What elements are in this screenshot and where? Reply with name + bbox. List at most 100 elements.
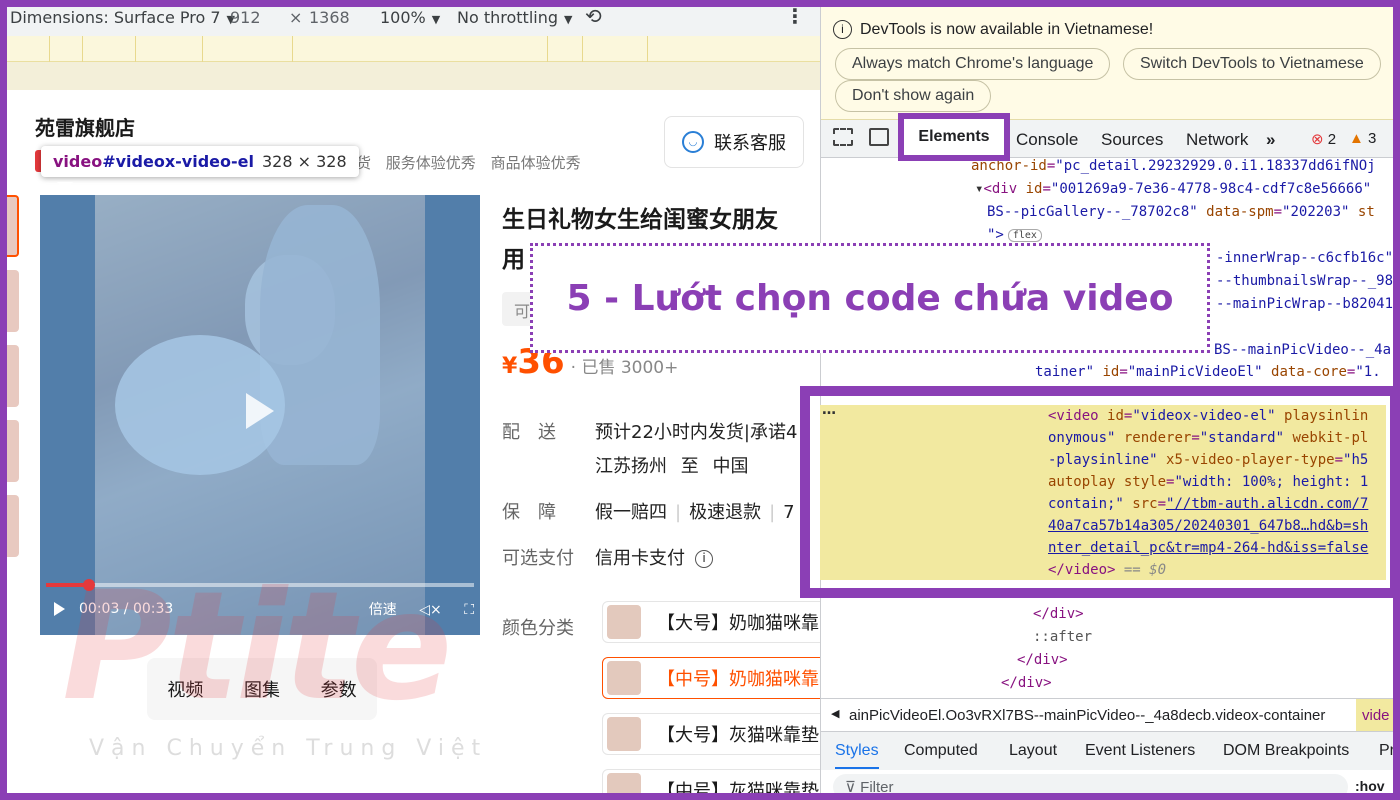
warning-count[interactable]: ▲ 3 (1349, 130, 1376, 147)
chevron-down-icon: ▼ (431, 13, 441, 26)
hover-state-toggle[interactable]: :hov (1355, 778, 1385, 794)
contact-service-button[interactable]: ◡ 联系客服 (664, 116, 804, 168)
thumbnail[interactable] (7, 270, 19, 332)
devtools-panel: i DevTools is now available in Vietnames… (820, 0, 1400, 800)
delivery-label: 配 送 (502, 422, 556, 443)
color-option[interactable]: 【大号】奶咖猫咪靠 (602, 601, 820, 643)
dom-line[interactable]: ::after (1033, 629, 1092, 645)
dom-line[interactable]: </div> (1017, 652, 1068, 668)
tab-network[interactable]: Network (1186, 130, 1248, 150)
code-line: -playsinline" x5-video-player-type="h5 (1048, 452, 1369, 468)
error-count[interactable]: ⊗ 2 (1311, 130, 1336, 148)
dom-line[interactable]: </div> (1001, 675, 1052, 691)
node-more-icon[interactable]: … (822, 402, 836, 418)
always-match-language-button[interactable]: Always match Chrome's language (835, 48, 1111, 80)
dom-value: "001269a9-7e36-4778-98c4-cdf7c8e56666" (1050, 181, 1372, 197)
video-src-link[interactable]: nter_detail_pc&tr=mp4-264-hd&iss=false (1048, 540, 1368, 556)
selected-video-node[interactable]: <video id="videox-video-el" playsinlin o… (1048, 405, 1388, 580)
option-label: 【大号】奶咖猫咪靠 (657, 613, 819, 634)
rotate-icon[interactable]: ⟲ (585, 4, 602, 28)
dom-line[interactable]: ▾<div id="001269a9-7e36-4778-98c4-cdf7c8… (975, 181, 1371, 197)
dom-line[interactable]: -innerWrap--c6cfb16c" (1216, 250, 1393, 266)
guarantee-3: 7 (783, 502, 795, 523)
error-count-value: 2 (1327, 131, 1337, 148)
tab-styles[interactable]: Styles (835, 742, 879, 769)
device-toggle-icon[interactable] (869, 128, 889, 146)
tab-more[interactable]: Pr (1379, 742, 1395, 760)
breadcrumb-left-arrow-icon[interactable]: ◀ (831, 707, 839, 720)
dom-value: "202203" (1282, 204, 1350, 220)
color-option[interactable]: 【大号】灰猫咪靠垫 (602, 713, 820, 755)
video-src-link[interactable]: 40a7ca57b14a305/20240301_647b8…hd&b=sh (1048, 518, 1368, 534)
thumbnail[interactable] (7, 420, 19, 482)
dom-line[interactable]: BS--mainPicVideo--_4a (1214, 342, 1391, 358)
thumbnail[interactable] (7, 195, 19, 257)
language-notice: i DevTools is now available in Vietnames… (821, 0, 1400, 120)
dom-line[interactable]: BS--picGallery--_78702c8" data-spm="2022… (987, 204, 1375, 220)
breadcrumb-current[interactable]: vide (1356, 699, 1400, 731)
tooltip-arrow (57, 182, 73, 190)
dom-attr: data-core (1271, 364, 1347, 380)
tab-console[interactable]: Console (1016, 130, 1078, 150)
dom-tag: </video> (1048, 562, 1116, 578)
price-currency: ¥ (502, 354, 518, 379)
option-label: 【大号】灰猫咪靠垫 (657, 725, 819, 746)
dom-line[interactable]: </div> (1033, 606, 1084, 622)
thumbnail[interactable] (7, 345, 19, 407)
more-tabs-icon[interactable]: » (1266, 130, 1275, 150)
code-line: contain;" src="//tbm-auth.alicdn.com/7 (1048, 496, 1369, 512)
breadcrumb-path[interactable]: ainPicVideoEl.Oo3vRXl7BS--mainPicVideo--… (849, 707, 1325, 724)
color-option[interactable]: 【中号】灰猫咪靠垫 (602, 769, 820, 793)
callout-text: 5 - Lướt chọn code chứa video (566, 277, 1174, 319)
dom-tag: <video (1048, 408, 1099, 424)
dont-show-again-button[interactable]: Don't show again (835, 80, 992, 112)
dom-value: "1. (1355, 364, 1381, 380)
dom-line[interactable]: "> flex (987, 227, 1042, 243)
dom-line[interactable]: tainer" id="mainPicVideoEl" data-core="1… (1035, 364, 1381, 380)
info-icon[interactable]: i (695, 550, 713, 568)
dom-line[interactable]: --thumbnailsWrap--_98 (1216, 273, 1393, 289)
color-option-selected[interactable]: 【中号】奶咖猫咪靠 (602, 657, 820, 699)
guarantee-1: 假一赔四 (595, 502, 667, 523)
code-line: 40a7ca57b14a305/20240301_647b8…hd&b=sh (1048, 515, 1388, 537)
shop-page: 苑雷旗舰店 发货 服务体验优秀 商品体验优秀 ◡ 联系客服 00:03 (7, 90, 820, 793)
dom-value: "h5 (1343, 452, 1369, 468)
route-to-word: 至 (680, 456, 699, 477)
code-line: onymous" renderer="standard" webkit-pl (1048, 430, 1369, 446)
tab-computed[interactable]: Computed (904, 742, 978, 760)
thumbnail[interactable] (7, 495, 19, 557)
tooltip-selector: #videox-video-el (102, 152, 254, 171)
delivery-value: 预计22小时内发货|承诺4 (595, 422, 798, 443)
throttle-select[interactable]: No throttling ▼ (457, 8, 572, 27)
route-to: 中国 (712, 456, 749, 477)
guarantee-label: 保 障 (502, 502, 556, 523)
switch-to-vietnamese-button[interactable]: Switch DevTools to Vietnamese (1123, 48, 1381, 80)
tab-layout[interactable]: Layout (1009, 742, 1057, 760)
inspect-element-icon[interactable] (833, 128, 853, 146)
height-input[interactable]: 1368 (309, 8, 350, 27)
dom-attr: st (1357, 204, 1375, 220)
tab-event-listeners[interactable]: Event Listeners (1085, 742, 1195, 760)
code-line: autoplay style="width: 100%; height: 1 (1048, 474, 1369, 490)
dimensions-select[interactable]: Dimensions: Surface Pro 7 ▼ (10, 8, 235, 27)
option-thumbnail (607, 661, 641, 695)
dom-value: tainer" (1035, 364, 1095, 380)
tab-dom-breakpoints[interactable]: DOM Breakpoints (1223, 742, 1349, 760)
shop-badges: 发货 服务体验优秀 商品体验优秀 (341, 152, 591, 173)
styles-filter-input[interactable]: ⊽ Filter (833, 774, 1348, 800)
dom-line[interactable]: anchor-id="pc_detail.29232929.0.i1.18337… (971, 158, 1376, 174)
fullscreen-icon[interactable]: ⛶ (464, 602, 474, 618)
more-options-icon[interactable]: ⋮ (785, 4, 805, 28)
tab-elements[interactable]: Elements (898, 113, 1010, 161)
instruction-callout: 5 - Lướt chọn code chứa video (530, 243, 1210, 353)
notice-message: i DevTools is now available in Vietnames… (833, 20, 1153, 39)
zoom-select[interactable]: 100% ▼ (380, 8, 440, 27)
flex-badge[interactable]: flex (1007, 228, 1042, 242)
dom-value: "pc_detail.29232929.0.i1.18337dd6ifNOj (1055, 158, 1376, 174)
video-src-link[interactable]: "//tbm-auth.alicdn.com/7 (1166, 496, 1368, 512)
dom-line[interactable]: --mainPicWrap--b82041 (1216, 296, 1393, 312)
option-thumbnail (607, 773, 641, 793)
tab-sources[interactable]: Sources (1101, 130, 1163, 150)
play-icon[interactable] (246, 393, 274, 429)
width-input[interactable]: 912 (230, 8, 261, 27)
